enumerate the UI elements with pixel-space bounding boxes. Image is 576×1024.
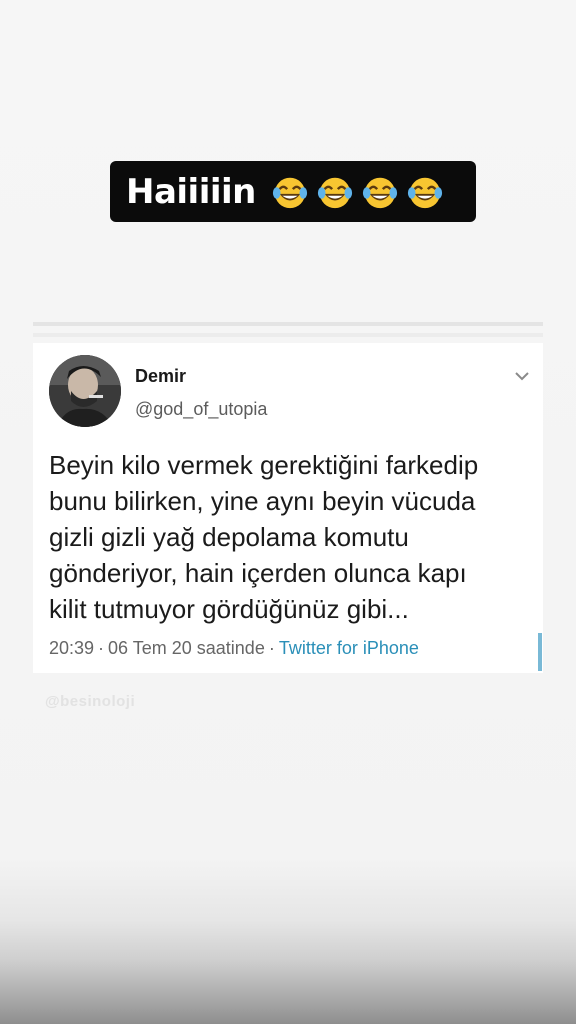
story-caption: Haiiiiin [110, 161, 476, 222]
face-with-tears-of-joy-icon [316, 173, 354, 211]
watermark: @besinoloji [45, 693, 136, 710]
tweet-text-line: gönderiyor, hain içerden olunca kapı [49, 558, 467, 588]
caption-emoji-group [264, 173, 444, 211]
face-with-tears-of-joy-icon [271, 173, 309, 211]
tweet-date: 06 Tem 20 saatinde [108, 638, 265, 658]
tweet-text-line: bunu bilirken, yine aynı beyin vücuda [49, 486, 476, 516]
screenshot-divider [33, 333, 543, 337]
face-with-tears-of-joy-icon [406, 173, 444, 211]
caption-text: Haiiiiin [126, 171, 256, 212]
user-name[interactable]: Demir [135, 366, 186, 387]
tweet-text-line: kilit tutmuyor gördüğünüz gibi... [49, 594, 409, 624]
avatar[interactable] [49, 355, 121, 427]
tweet-text-line: gizli gizli yağ depolama komutu [49, 522, 409, 552]
screenshot-divider [33, 322, 543, 326]
tweet-card[interactable]: Demir @god_of_utopia Beyin kilo vermek g… [33, 343, 543, 673]
meta-separator: · [268, 638, 275, 658]
scroll-indicator [538, 633, 542, 671]
tweet-meta: 20:39 · 06 Tem 20 saatinde · Twitter for iPh… [49, 638, 419, 659]
tweet-time: 20:39 [49, 638, 95, 658]
tweet-text: Beyin kilo vermek gerektiğini farkedip b… [49, 447, 539, 627]
chevron-down-icon[interactable] [513, 369, 531, 383]
tweet-source-link[interactable]: Twitter for iPhone [279, 638, 419, 658]
face-with-tears-of-joy-icon [361, 173, 399, 211]
story-canvas: Haiiiiin Demir @god_of_utopia Beyin kilo… [0, 0, 576, 1024]
tweet-text-line: Beyin kilo vermek gerektiğini farkedip [49, 450, 479, 480]
user-handle[interactable]: @god_of_utopia [135, 399, 267, 420]
meta-separator: · [98, 638, 105, 658]
